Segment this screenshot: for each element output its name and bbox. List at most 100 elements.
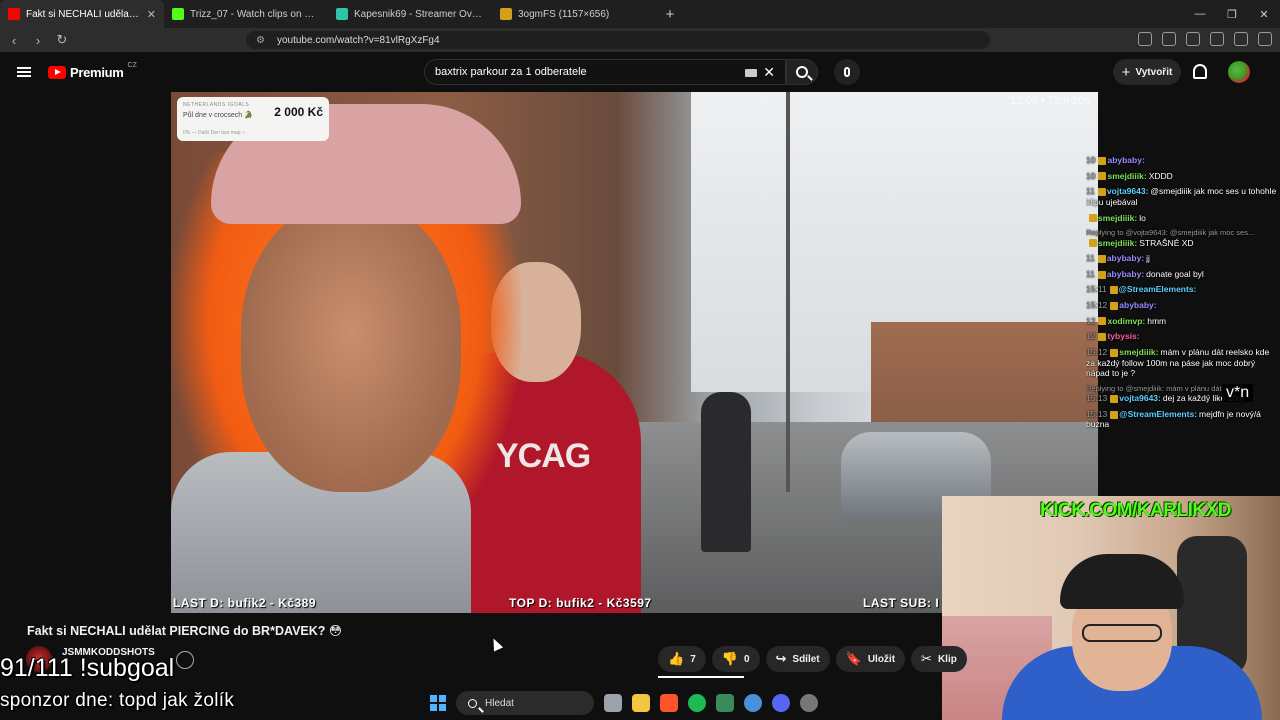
- share-button[interactable]: ↪ Sdílet: [765, 646, 830, 672]
- search-button[interactable]: [786, 59, 818, 85]
- spotify-icon[interactable]: [688, 694, 706, 712]
- chat-username: @StreamElements:: [1118, 284, 1197, 295]
- browser-tab-youtube[interactable]: Fakt si NECHALI udělat PIERC ✕: [0, 0, 164, 28]
- tracker-favicon-icon: [336, 8, 348, 20]
- app-icon[interactable]: [716, 694, 734, 712]
- file-explorer-icon[interactable]: [632, 694, 650, 712]
- brave-browser-icon[interactable]: [660, 694, 678, 712]
- scissors-icon: ✂: [921, 651, 932, 666]
- search-icon: [468, 698, 477, 708]
- dislike-button[interactable]: 👎 0: [711, 646, 760, 672]
- user-avatar[interactable]: [1228, 61, 1250, 83]
- youtube-logo[interactable]: Premium CZ: [48, 62, 137, 80]
- chat-message: 12 tybysis:: [1086, 331, 1280, 342]
- taskbar-search[interactable]: Hledat: [456, 691, 594, 715]
- steam-icon[interactable]: [800, 694, 818, 712]
- chat-timestamp: 15:11: [1086, 284, 1107, 295]
- share-icon: ↪: [775, 651, 787, 666]
- chat-message: smejdiiik: lo: [1086, 213, 1280, 224]
- back-icon[interactable]: ‹: [4, 30, 24, 50]
- chat-username: abybaby:: [1106, 253, 1145, 264]
- chat-message: 12 xodimvp: hmm: [1086, 316, 1280, 327]
- tab-title: Kapesnik69 - Streamer Overview & S: [354, 8, 484, 20]
- chat-timestamp: 10: [1086, 155, 1096, 165]
- chat-username: tybysis:: [1107, 331, 1140, 342]
- close-tab-icon[interactable]: ✕: [147, 8, 156, 21]
- create-button[interactable]: + Vytvořit: [1113, 59, 1181, 85]
- discord-icon[interactable]: [772, 694, 790, 712]
- chat-timestamp: 15:13: [1086, 408, 1108, 419]
- last-sub-text: LAST SUB: I: [863, 596, 940, 610]
- browser-tab-image[interactable]: 3ogmFS (1157×656): [492, 0, 656, 28]
- mic-icon: [844, 67, 850, 77]
- chat-message: 11 abybaby: jj: [1086, 253, 1280, 264]
- extension-icon[interactable]: [1162, 32, 1176, 46]
- browser-tab-kick[interactable]: Trizz_07 - Watch clips on Kick: [164, 0, 328, 28]
- chat-text: STRAŠNÉ XD: [1139, 237, 1194, 248]
- chat-message: Replying to @vojta9643: @smejdiiik jak m…: [1086, 228, 1280, 248]
- chat-username: xodimvp:: [1107, 315, 1146, 326]
- thumbs-up-icon: 👍: [668, 651, 685, 666]
- chat-username: smejdiiik:: [1119, 346, 1159, 357]
- youtube-header: Premium CZ baxtrix parkour za 1 odberate…: [0, 52, 1280, 92]
- video-actions: 👍 7 👎 0 ↪ Sdílet 🔖 Uložit ✂ Klip: [658, 646, 967, 672]
- like-ratio-bar: [658, 676, 744, 678]
- like-button[interactable]: 👍 7: [658, 646, 706, 672]
- chat-badge-icon: [1110, 301, 1119, 310]
- chat-text: XDDD: [1148, 170, 1173, 181]
- ccleaner-icon[interactable]: [744, 694, 762, 712]
- reload-icon[interactable]: ↻: [52, 30, 72, 50]
- site-info-icon[interactable]: ⚙: [256, 35, 265, 46]
- video-pole: [786, 92, 790, 492]
- tab-title: 3ogmFS (1157×656): [518, 8, 610, 20]
- extension-icon[interactable]: [1138, 32, 1152, 46]
- notifications-bell-icon[interactable]: [1193, 64, 1207, 79]
- windows-start-icon[interactable]: [430, 695, 446, 711]
- clip-button[interactable]: ✂ Klip: [911, 646, 967, 672]
- restore-icon[interactable]: ❐: [1216, 0, 1248, 28]
- mouse-cursor: [488, 636, 504, 652]
- chat-badge-icon: [1109, 286, 1118, 295]
- voice-search-button[interactable]: [834, 59, 860, 85]
- chat-timestamp: 15:13: [1086, 393, 1108, 404]
- sidebar-icon[interactable]: [1210, 32, 1224, 46]
- chat-badge-icon: [1098, 317, 1107, 326]
- clear-search-icon[interactable]: ✕: [763, 64, 775, 81]
- close-window-icon[interactable]: ✕: [1248, 0, 1280, 28]
- image-favicon-icon: [500, 8, 512, 20]
- chat-timestamp: 15:12: [1086, 300, 1108, 310]
- chat-username: smejdiiik:: [1107, 170, 1147, 181]
- kick-favicon-icon: [172, 8, 184, 20]
- subscribe-bell-icon[interactable]: [176, 651, 194, 669]
- url-field[interactable]: ⚙ youtube.com/watch?v=81vlRgXzFg4: [246, 31, 990, 49]
- last-donation-text: LAST D: bufik2 - Kč389: [173, 596, 317, 610]
- wallet-icon[interactable]: [1234, 32, 1248, 46]
- save-button[interactable]: 🔖 Uložit: [835, 646, 906, 672]
- keyboard-icon[interactable]: [745, 69, 757, 77]
- country-code: CZ: [127, 62, 137, 69]
- forward-icon[interactable]: ›: [28, 30, 48, 50]
- stream-chat-overlay: 10 abybaby: 10 smejdiiik: XDDD 11 vojta9643: @s…: [1086, 155, 1280, 495]
- chat-badge-icon: [1098, 333, 1107, 341]
- share-label: Sdílet: [792, 653, 820, 665]
- new-tab-button[interactable]: +: [656, 6, 684, 23]
- chat-username: abybaby:: [1106, 268, 1145, 279]
- task-view-icon[interactable]: [604, 694, 622, 712]
- chat-text: donate goal byl: [1146, 268, 1204, 279]
- extension-icon[interactable]: [1186, 32, 1200, 46]
- goal-label: NETHERLANDS IGOALS: [183, 102, 250, 108]
- browser-tab-streamer-overview[interactable]: Kapesnik69 - Streamer Overview & S: [328, 0, 492, 28]
- menu-hamburger-icon[interactable]: [17, 67, 31, 77]
- search-input[interactable]: baxtrix parkour za 1 odberatele ✕: [424, 59, 786, 85]
- minimize-icon[interactable]: —: [1184, 0, 1216, 28]
- chat-timestamp: 11: [1086, 186, 1095, 197]
- chat-timestamp: 12: [1086, 331, 1096, 342]
- video-title: Fakt si NECHALI udělat PIERCING do BR*DA…: [27, 624, 342, 638]
- chat-username: vojta9643:: [1106, 186, 1149, 197]
- browser-tab-strip: Fakt si NECHALI udělat PIERC ✕ Trizz_07 …: [0, 0, 1280, 28]
- clip-label: Klip: [937, 653, 957, 665]
- top-donation-text: TOP D: bufik2 - Kč3597: [509, 596, 652, 610]
- search-icon: [796, 66, 808, 78]
- menu-icon[interactable]: [1258, 32, 1272, 46]
- chat-badge-icon: [1097, 188, 1106, 196]
